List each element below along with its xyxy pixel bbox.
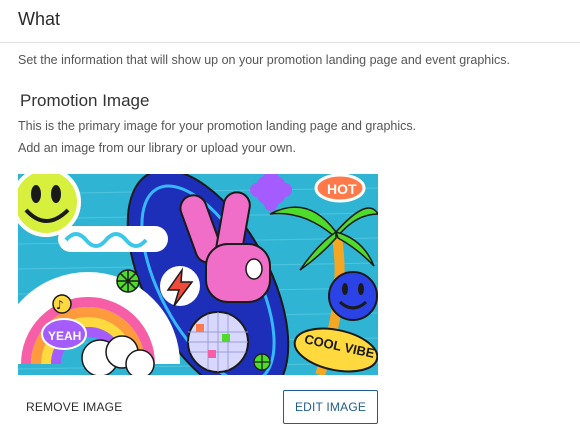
wave-sticker xyxy=(58,226,168,252)
promotion-image-help-upload: Add an image from our library or upload … xyxy=(18,141,296,155)
section-header: What xyxy=(0,0,580,43)
section-description: Set the information that will show up on… xyxy=(18,53,510,67)
green-star-sticker xyxy=(116,269,140,293)
promotion-image: HOT YEAH ♪ COOL VIBE xyxy=(18,174,378,375)
svg-text:♪: ♪ xyxy=(56,298,64,312)
blue-smiley-sticker xyxy=(328,271,378,321)
promotion-image-title: Promotion Image xyxy=(20,91,150,110)
hot-text: HOT xyxy=(327,181,357,197)
promotion-image-help-primary: This is the primary image for your promo… xyxy=(18,119,417,133)
remove-image-button[interactable]: REMOVE IMAGE xyxy=(18,392,130,422)
sticker-collage-image: HOT YEAH ♪ COOL VIBE xyxy=(18,174,378,375)
small-star-sticker xyxy=(253,353,271,371)
section-title: What xyxy=(18,9,61,29)
yeah-text: YEAH xyxy=(48,329,81,343)
smiley-sticker xyxy=(18,174,81,237)
edit-image-button[interactable]: EDIT IMAGE xyxy=(283,390,378,424)
